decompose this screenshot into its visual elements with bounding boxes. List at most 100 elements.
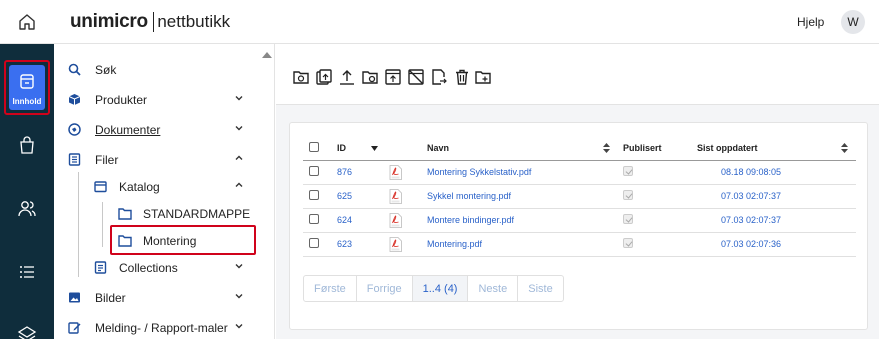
logo-product: nettbutikk [157,12,231,31]
col-id[interactable]: ID [331,136,383,161]
pdf-file-icon [389,188,402,204]
chevron-down-icon[interactable] [234,321,244,331]
new-folder-icon[interactable] [292,68,310,86]
nav-label-collections: Collections [119,261,178,275]
select-all-checkbox[interactable] [309,141,319,152]
row-updated: 07.03 02:07:36 [697,232,856,257]
col-published[interactable]: Publisert [617,136,697,161]
row-id[interactable]: 625 [331,184,383,209]
unpublish-icon[interactable] [407,68,425,86]
table-header-row: ID Navn Publisert Sist oppdatert [303,136,856,161]
pager-prev[interactable]: Forrige [357,276,413,301]
users-icon [18,201,36,217]
nav-item-dokumenter[interactable]: Dokumenter [54,118,259,142]
edit-icon [68,321,81,334]
chevron-down-icon[interactable] [234,93,244,103]
table-row[interactable]: 625 Sykkel montering.pdf 07.03 02:07:37 [303,184,856,209]
row-id[interactable]: 623 [331,232,383,257]
chevron-down-icon[interactable] [234,123,244,133]
nav-item-maler[interactable]: Melding- / Rapport-maler [54,316,259,339]
collections-icon [94,261,107,274]
sort-desc-icon[interactable] [371,146,378,151]
table-row[interactable]: 624 Montere bindinger.pdf 07.03 02:07:37 [303,208,856,233]
pager-current: 1..4 (4) [412,276,469,301]
nav-item-standardmappe[interactable]: STANDARDMAPPE [54,202,259,226]
row-name[interactable]: Montering.pdf [421,232,617,257]
chevron-up-icon[interactable] [234,153,244,163]
nav-item-katalog[interactable]: Katalog [54,175,259,199]
row-select-cell [303,160,331,185]
upload-icon[interactable] [338,68,356,86]
sort-icon[interactable] [603,143,610,153]
copy-icon[interactable] [315,68,333,86]
scroll-up-arrow[interactable] [262,52,272,58]
pager-next[interactable]: Neste [468,276,519,301]
nav-item-bilder[interactable]: Bilder [54,286,259,310]
nav-item-collections[interactable]: Collections [54,256,259,280]
folder-settings-icon[interactable] [361,68,379,86]
app-logo[interactable]: unimicro nettbutikk [70,11,230,33]
home-button[interactable] [0,0,54,44]
pdf-file-icon [389,236,402,252]
nav-item-montering[interactable]: Montering [54,229,259,253]
rail-item-innhold[interactable]: Innhold [4,60,50,115]
pdf-file-icon [389,212,402,228]
nav-label-katalog: Katalog [119,180,160,194]
pdf-file-icon [389,164,402,180]
row-published-cell [617,160,697,185]
home-icon [19,14,35,30]
nav-label-sok: Søk [95,63,117,77]
col-updated[interactable]: Sist oppdatert [697,136,856,161]
folder-icon [118,207,132,220]
row-checkbox[interactable] [309,190,319,200]
nav-label-produkter: Produkter [95,93,148,107]
logo-brand: unimicro [70,11,148,32]
sort-icon[interactable] [841,143,848,153]
col-name-label: Navn [427,142,450,153]
published-checkbox [623,190,633,200]
row-icon-cell [383,208,421,233]
chevron-up-icon[interactable] [234,180,244,190]
cube-icon [68,93,81,106]
nav-item-produkter[interactable]: Produkter [54,88,259,112]
row-id[interactable]: 876 [331,160,383,185]
nav-label-maler: Melding- / Rapport-maler [95,321,228,335]
row-name[interactable]: Montere bindinger.pdf [421,208,617,233]
delete-icon[interactable] [453,68,471,86]
nav-item-filer[interactable]: Filer [54,148,259,172]
row-id[interactable]: 624 [331,208,383,233]
move-icon[interactable] [430,68,448,86]
nav-label-bilder: Bilder [95,291,126,305]
col-updated-label: Sist oppdatert [697,142,758,153]
add-folder-icon[interactable] [474,68,492,86]
nav-label-standardmappe: STANDARDMAPPE [143,207,251,221]
table-row[interactable]: 876 Montering Sykkelstativ.pdf 08.18 09:… [303,160,856,185]
row-checkbox[interactable] [309,214,319,224]
nav-item-sok[interactable]: Søk [54,58,259,82]
chevron-down-icon[interactable] [234,291,244,301]
help-link[interactable]: Hjelp [797,15,824,29]
pager-last[interactable]: Siste [518,276,562,301]
list-icon [20,266,34,278]
rail-item-layers[interactable] [0,324,54,339]
logo-separator [152,12,155,32]
upload-to-folder-icon[interactable] [384,68,402,86]
table-row[interactable]: 623 Montering.pdf 07.03 02:07:36 [303,232,856,257]
pagination: Første Forrige 1..4 (4) Neste Siste [303,275,564,302]
row-name[interactable]: Montering Sykkelstativ.pdf [421,160,617,185]
row-updated: 07.03 02:07:37 [697,208,856,233]
pager-first[interactable]: Første [304,276,357,301]
col-icon [383,136,421,161]
row-checkbox[interactable] [309,238,319,248]
row-name[interactable]: Sykkel montering.pdf [421,184,617,209]
user-avatar[interactable]: W [841,10,865,34]
rail-item-shop[interactable] [0,132,54,158]
left-rail: Innhold [0,44,54,339]
col-name[interactable]: Navn [421,136,617,161]
rail-item-list[interactable] [0,259,54,285]
row-updated: 08.18 09:08:05 [697,160,856,185]
chevron-down-icon[interactable] [234,261,244,271]
row-checkbox[interactable] [309,166,319,176]
rail-item-users[interactable] [0,196,54,222]
col-published-label: Publisert [623,142,662,153]
